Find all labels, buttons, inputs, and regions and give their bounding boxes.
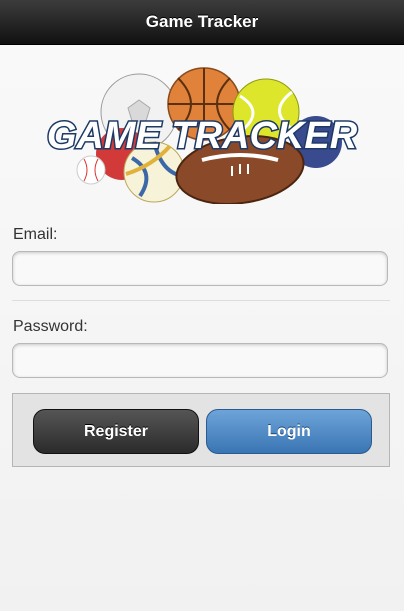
register-label: Register bbox=[83, 422, 149, 440]
password-label: Password: bbox=[13, 318, 88, 335]
password-field[interactable] bbox=[12, 343, 388, 378]
register-button[interactable]: Register bbox=[33, 409, 199, 454]
divider bbox=[12, 300, 390, 301]
game-tracker-logo: GAME TRACKER bbox=[45, 67, 359, 204]
email-label: Email: bbox=[13, 226, 58, 243]
login-label: Login bbox=[267, 422, 311, 440]
login-button[interactable]: Login bbox=[206, 409, 372, 454]
app-header: Game Tracker bbox=[0, 0, 404, 45]
logo-text: GAME TRACKER bbox=[47, 115, 358, 157]
page-title: Game Tracker bbox=[145, 12, 259, 31]
email-field[interactable] bbox=[12, 251, 388, 286]
button-bar: Register Login bbox=[12, 393, 390, 467]
